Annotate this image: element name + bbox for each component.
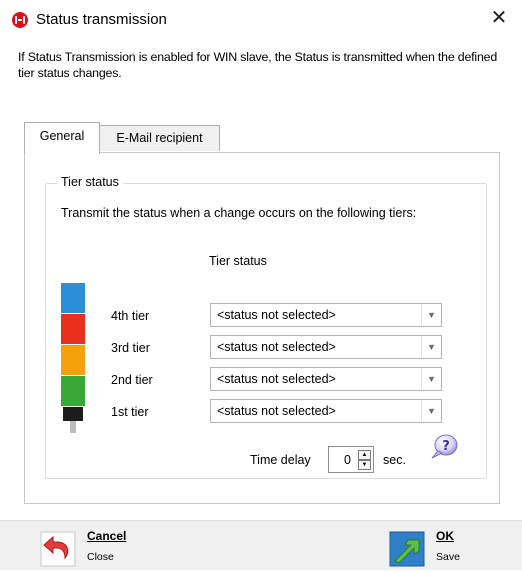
tab-general[interactable]: General (24, 122, 100, 154)
cancel-label[interactable]: Cancel (87, 529, 126, 543)
time-delay-stepper[interactable]: 0 ▲ ▼ (328, 446, 374, 473)
tier-label-3rd: 3rd tier (111, 341, 150, 355)
instruction-text: Transmit the status when a change occurs… (61, 206, 417, 220)
checkmark-arrow-icon[interactable] (389, 529, 427, 569)
chevron-down-icon[interactable]: ▼ (421, 368, 441, 390)
time-delay-unit: sec. (383, 453, 406, 467)
tier-label-1st: 1st tier (111, 405, 149, 419)
footer-bar: Cancel Close OK Save (0, 520, 522, 570)
description-text: If Status Transmission is enabled for WI… (18, 50, 498, 80)
ok-button[interactable]: OK Save (389, 529, 489, 569)
svg-text:?: ? (442, 439, 450, 454)
tier-label-4th: 4th tier (111, 309, 150, 323)
select-value: <status not selected> (217, 340, 336, 354)
select-value: <status not selected> (217, 308, 336, 322)
tier-status-group (45, 183, 487, 479)
tab-panel-general: Tier status Transmit the status when a c… (24, 152, 500, 504)
ok-label[interactable]: OK (436, 529, 454, 543)
select-value: <status not selected> (217, 372, 336, 386)
tier-label-2nd: 2nd tier (111, 373, 153, 387)
group-legend: Tier status (57, 175, 123, 189)
chevron-down-icon[interactable]: ▼ (421, 336, 441, 358)
lamp-segment-4th (61, 283, 85, 313)
chevron-down-icon[interactable]: ▼ (421, 304, 441, 326)
stepper-up-icon[interactable]: ▲ (358, 450, 371, 460)
stepper-down-icon[interactable]: ▼ (358, 460, 371, 470)
chevron-down-icon[interactable]: ▼ (421, 400, 441, 422)
tab-email-recipient[interactable]: E-Mail recipient (99, 125, 220, 151)
lamp-segment-1st (61, 376, 85, 406)
select-value: <status not selected> (217, 404, 336, 418)
close-button[interactable]: ✕ (476, 0, 522, 36)
tier-select-3rd[interactable]: <status not selected> ▼ (210, 335, 442, 359)
lamp-segment-3rd (61, 314, 85, 344)
lamp-pole (70, 421, 76, 433)
ok-sublabel: Save (436, 551, 460, 563)
window-title: Status transmission (36, 11, 167, 28)
help-question-icon[interactable]: ? (429, 434, 459, 460)
tier-select-1st[interactable]: <status not selected> ▼ (210, 399, 442, 423)
tier-select-2nd[interactable]: <status not selected> ▼ (210, 367, 442, 391)
lamp-segment-2nd (61, 345, 85, 375)
title-bar: Status transmission ✕ (0, 0, 522, 40)
cancel-button[interactable]: Cancel Close (40, 529, 160, 569)
undo-arrow-icon[interactable] (40, 529, 78, 569)
time-delay-value[interactable]: 0 (344, 453, 351, 467)
tab-container: General E-Mail recipient Tier status Tra… (24, 122, 500, 504)
signal-tower-icon (61, 283, 85, 433)
tier-select-4th[interactable]: <status not selected> ▼ (210, 303, 442, 327)
time-delay-label: Time delay (250, 453, 311, 467)
app-logo-icon (12, 12, 28, 28)
lamp-base (63, 407, 83, 421)
column-header: Tier status (209, 254, 267, 268)
cancel-sublabel: Close (87, 551, 114, 563)
